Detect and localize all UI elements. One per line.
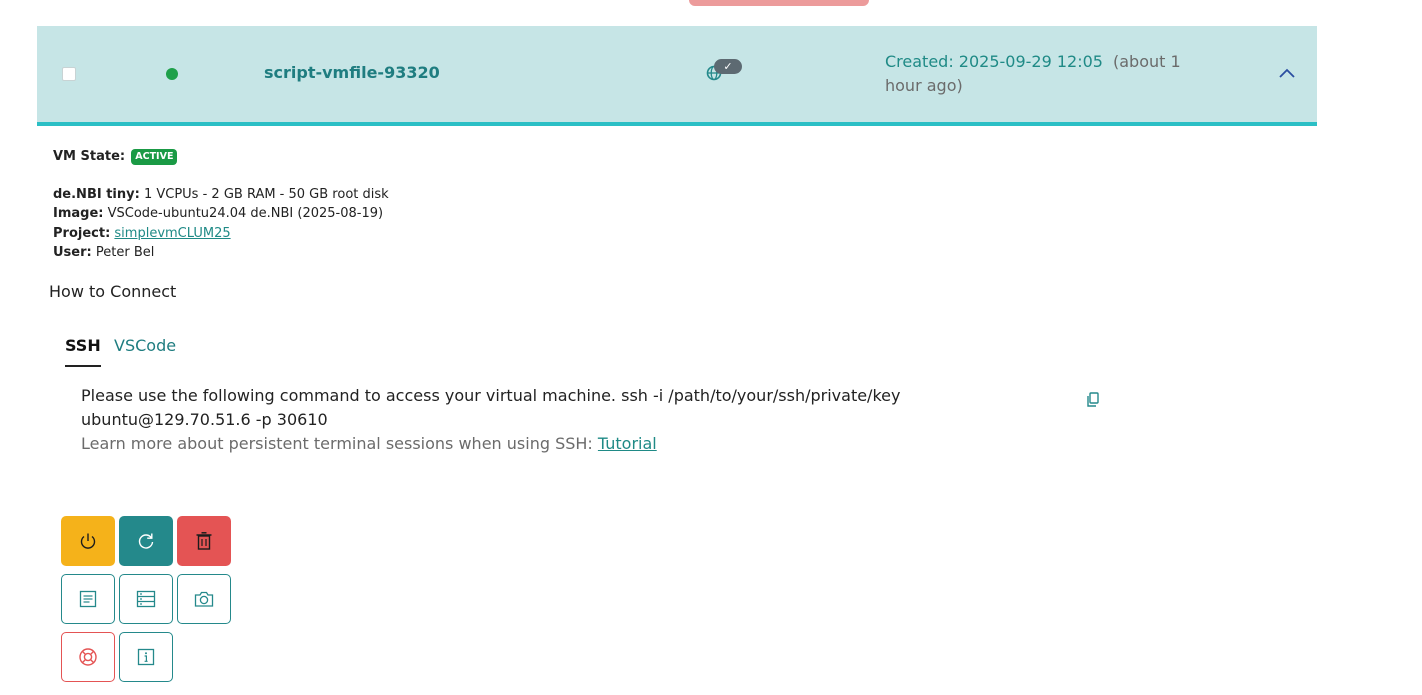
user-row: User: Peter Bel [53, 243, 389, 263]
status-badge: ACTIVE [131, 149, 178, 165]
flavor-value: 1 VCPUs - 2 GB RAM - 50 GB root disk [143, 186, 389, 202]
check-badge: ✓ [714, 59, 742, 74]
flavor-label: de.NBI tiny: [53, 186, 140, 202]
restart-button[interactable] [119, 516, 173, 566]
project-row: Project: simplevmCLUM25 [53, 224, 389, 244]
vm-name[interactable]: script-vmfile-93320 [264, 63, 440, 82]
tutorial-link[interactable]: Tutorial [598, 434, 657, 453]
project-link[interactable]: simplevmCLUM25 [114, 226, 230, 241]
info-button[interactable] [119, 632, 173, 682]
vm-row[interactable]: script-vmfile-93320 ✓ Created: 2025-09-2… [37, 26, 1317, 126]
delete-button[interactable] [177, 516, 231, 566]
camera-icon [194, 591, 214, 607]
lifebuoy-icon [79, 648, 97, 666]
trash-icon [196, 532, 212, 550]
ssh-command-text: Please use the following command to acce… [81, 386, 901, 429]
image-value: VSCode-ubuntu24.04 de.NBI (2025-08-19) [107, 206, 384, 222]
volumes-button[interactable] [119, 574, 173, 624]
snapshot-button[interactable] [177, 574, 231, 624]
image-row: Image: VSCode-ubuntu24.04 de.NBI (2025-0… [53, 204, 389, 224]
power-icon [80, 533, 96, 549]
volumes-icon [136, 590, 156, 608]
project-label: Project: [53, 225, 111, 241]
user-label: User: [53, 245, 92, 261]
learn-more: Learn more about persistent terminal ses… [81, 432, 657, 456]
network-status: ✓ [706, 59, 746, 81]
vm-state-label: VM State: [53, 149, 126, 164]
logs-button[interactable] [61, 574, 115, 624]
tab-ssh[interactable]: SSH [65, 336, 101, 367]
chevron-up-icon[interactable] [1277, 66, 1297, 80]
flavor-row: de.NBI tiny: 1 VCPUs - 2 GB RAM - 50 GB … [53, 185, 389, 205]
user-value: Peter Bel [95, 245, 155, 261]
vm-details: VM State: ACTIVE de.NBI tiny: 1 VCPUs - … [53, 147, 389, 263]
vm-select-checkbox[interactable] [62, 67, 76, 81]
power-button[interactable] [61, 516, 115, 566]
top-button-stub[interactable] [689, 0, 869, 6]
status-dot [166, 68, 178, 80]
logs-icon [79, 590, 97, 608]
vm-state-row: VM State: ACTIVE [53, 147, 389, 167]
rescue-button[interactable] [61, 632, 115, 682]
created-info: Created: 2025-09-29 12:05 (about 1 hour a… [885, 50, 1215, 98]
image-label: Image: [53, 206, 104, 222]
tab-vscode[interactable]: VSCode [114, 336, 176, 355]
learn-more-text: Learn more about persistent terminal ses… [81, 434, 593, 453]
created-timestamp: Created: 2025-09-29 12:05 [885, 52, 1103, 71]
info-icon [137, 648, 155, 666]
copy-icon[interactable] [1086, 392, 1100, 408]
how-to-connect-heading: How to Connect [49, 282, 177, 301]
restart-icon [138, 533, 154, 549]
